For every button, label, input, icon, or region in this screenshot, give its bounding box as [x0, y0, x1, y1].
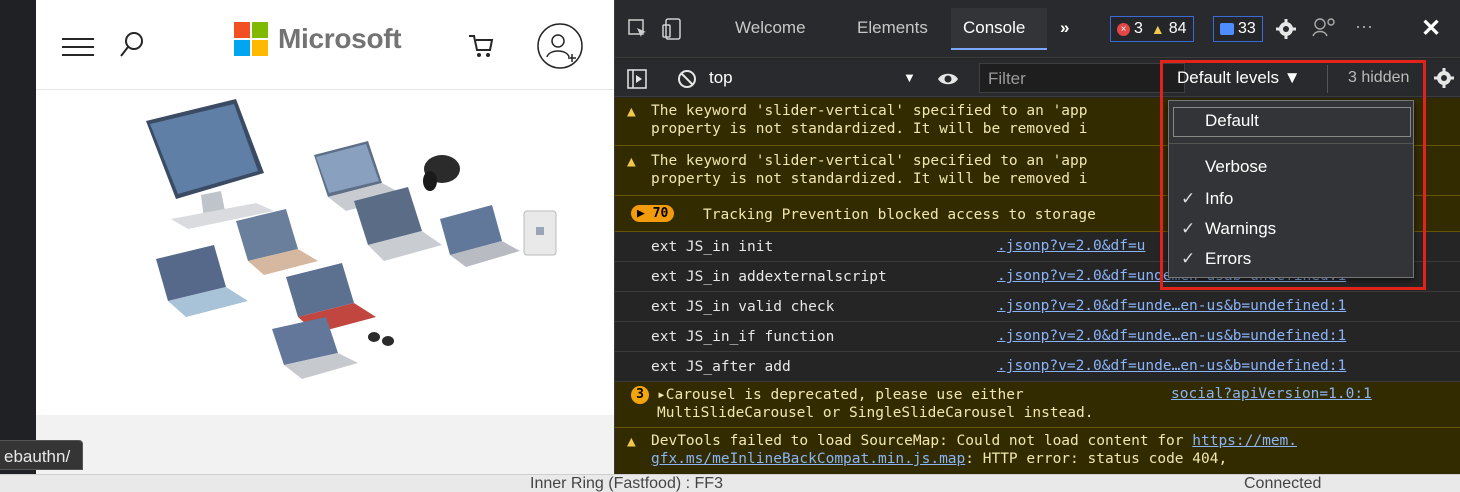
connection-status: Connected [1244, 475, 1322, 492]
page-viewport: Microsoft ebauthn/ [0, 0, 614, 474]
source-link[interactable]: .jsonp?v=2.0&df=unde…en-us&b=undefined:1 [997, 298, 1346, 314]
more-tabs-button[interactable]: » [1060, 18, 1069, 38]
microsoft-store-page: Microsoft [36, 0, 614, 474]
live-expression-eye-icon[interactable] [937, 71, 959, 87]
feedback-icon[interactable] [1311, 16, 1337, 40]
error-icon: × [1117, 22, 1130, 36]
status-center-text: Inner Ring (Fastfood) : FF3 [530, 475, 723, 492]
close-devtools-icon[interactable]: ✕ [1421, 14, 1441, 43]
source-link[interactable]: social?apiVersion=1.0:1 [1171, 386, 1372, 402]
settings-gear-icon[interactable] [1275, 18, 1297, 40]
console-counts-button[interactable]: × 3 ▲ 84 [1110, 16, 1194, 42]
source-link[interactable]: .jsonp?v=2.0&df=unde…en-us&b=undefined:1 [997, 358, 1346, 374]
highlight-annotation-box [1160, 60, 1426, 290]
warning-icon: ▲ [627, 154, 636, 170]
sourcemap-url-link[interactable]: https://mem. [1192, 433, 1297, 449]
cart-icon[interactable] [466, 30, 496, 60]
issues-count: 33 [1238, 20, 1256, 37]
microsoft-logo[interactable]: Microsoft [234, 22, 402, 56]
issues-button[interactable]: 33 [1213, 16, 1263, 42]
link-url-tooltip: ebauthn/ [0, 440, 84, 470]
account-icon[interactable] [536, 22, 584, 70]
devtools-tab-bar: Welcome Elements Console » × 3 ▲ 84 33 ·… [615, 0, 1460, 58]
surface-devices-illustration [146, 99, 557, 379]
window-status-bar: Inner Ring (Fastfood) : FF3 Connected [0, 474, 1460, 492]
inspect-element-icon[interactable] [627, 18, 649, 40]
device-family-image [36, 91, 614, 415]
console-log-row[interactable]: ext JS_in valid check .jsonp?v=2.0&df=un… [615, 292, 1460, 322]
warning-count: 84 [1168, 20, 1187, 37]
clear-console-icon[interactable] [677, 69, 697, 89]
sourcemap-warning-text: DevTools failed to load SourceMap: Could… [651, 433, 1298, 449]
console-warning-row[interactable]: ▲ DevTools failed to load SourceMap: Cou… [615, 428, 1460, 474]
source-link[interactable]: .jsonp?v=2.0&df=unde…en-us&b=undefined:1 [997, 328, 1346, 344]
logo-text: Microsoft [278, 23, 402, 54]
console-log-row[interactable]: ext JS_in_if function .jsonp?v=2.0&df=un… [615, 322, 1460, 352]
issues-icon [1220, 23, 1234, 35]
context-selector[interactable]: top [709, 68, 733, 88]
device-emulation-icon[interactable] [661, 17, 683, 41]
show-sidebar-icon[interactable] [627, 69, 647, 89]
menu-icon[interactable] [62, 38, 94, 58]
sourcemap-url-link[interactable]: gfx.ms/meInlineBackCompat.min.js.map [651, 451, 965, 467]
error-count: 3 [1134, 20, 1143, 37]
console-filter-input[interactable]: Filter [979, 63, 1185, 93]
site-header: Microsoft [36, 0, 614, 90]
repeat-count-badge[interactable]: ▶ 70 [631, 205, 675, 222]
page-footer-strip [36, 415, 614, 474]
console-settings-gear-icon[interactable] [1433, 67, 1455, 89]
warning-icon: ▲ [627, 434, 636, 450]
warning-icon: ▲ [1150, 21, 1165, 37]
warning-icon: ▲ [627, 104, 636, 120]
search-icon[interactable] [118, 30, 146, 60]
console-log-row[interactable]: ext JS_after add .jsonp?v=2.0&df=unde…en… [615, 352, 1460, 382]
tab-welcome[interactable]: Welcome [735, 18, 806, 38]
more-options-icon[interactable]: ··· [1355, 16, 1373, 37]
screen: Microsoft ebauthn/ Welcome Elements Cons… [0, 0, 1460, 492]
tab-console[interactable]: Console [963, 18, 1025, 38]
console-warning-row[interactable]: 3 ▸Carousel is deprecated, please use ei… [615, 382, 1460, 428]
source-link[interactable]: .jsonp?v=2.0&df=u [997, 238, 1145, 254]
context-dropdown-icon[interactable]: ▼ [903, 70, 916, 85]
tab-elements[interactable]: Elements [857, 18, 928, 38]
microsoft-logo-icon [234, 22, 268, 56]
repeat-count-badge[interactable]: 3 [631, 386, 649, 404]
